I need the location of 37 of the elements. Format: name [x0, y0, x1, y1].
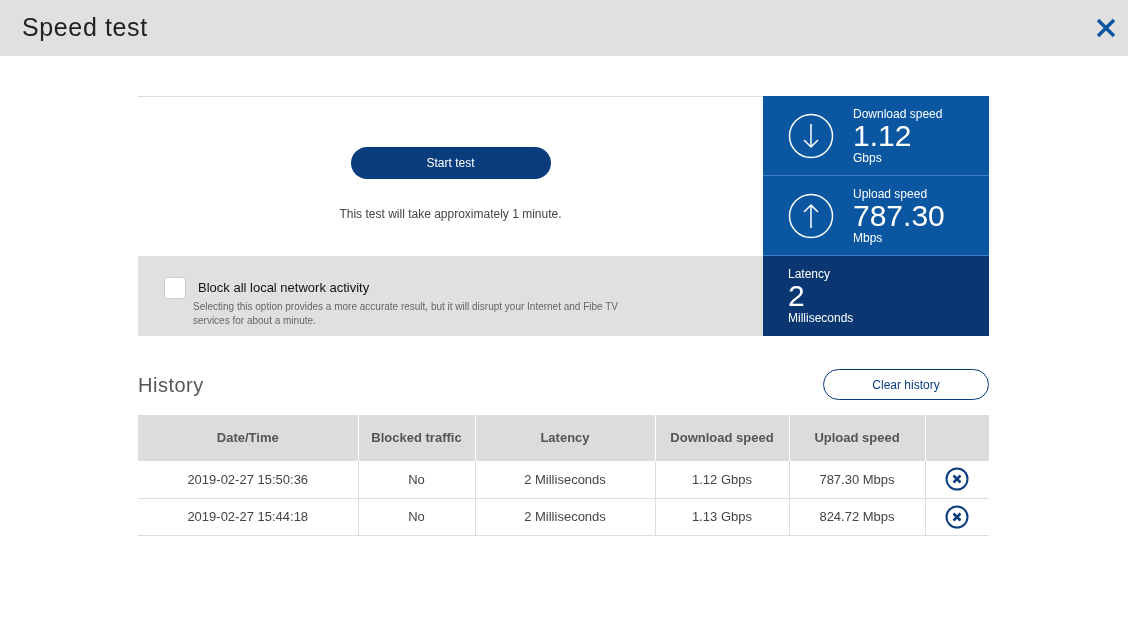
table-cell: No [358, 498, 475, 535]
column-header: Download speed [655, 415, 789, 461]
test-duration-note: This test will take approximately 1 minute. [339, 206, 562, 223]
metric-label: Upload speed [853, 186, 929, 201]
table-cell: 1.12 Gbps [655, 461, 789, 498]
checkbox[interactable] [164, 277, 186, 299]
metric-value: 787.30 [853, 200, 945, 231]
delete-button[interactable] [945, 504, 970, 529]
metric-unit: Gbps [853, 150, 883, 165]
table-cell: 2019-02-27 15:50:36 [138, 461, 358, 498]
table-cell: 2 Milliseconds [475, 461, 655, 498]
option-description: Selecting this option provides a more accurate result, but it will disrupt your Internet and Fibe TV services for about a minute. [193, 300, 620, 328]
table-cell: No [358, 461, 475, 498]
metric-label: Latency [788, 267, 832, 281]
metric-unit: Milliseconds [788, 311, 854, 325]
table-cell: 824.72 Mbps [789, 498, 925, 535]
column-header: Latency [475, 415, 655, 461]
close-button[interactable] [1094, 16, 1118, 40]
table-cell: 2 Milliseconds [475, 498, 655, 535]
close-circle-icon [945, 504, 970, 529]
close-icon [1095, 17, 1117, 39]
window-title: Speed test [22, 12, 148, 44]
column-header: Blocked traffic [358, 415, 475, 461]
close-circle-icon [945, 467, 970, 492]
column-header: Date/Time [138, 415, 358, 461]
delete-button[interactable] [945, 467, 970, 492]
metric-value: 2 [788, 281, 805, 311]
metric-value: 1.12 [853, 120, 912, 151]
start-test-button[interactable]: Start test [350, 147, 551, 179]
column-header: Upload speed [789, 415, 925, 461]
table-cell: 787.30 Mbps [789, 461, 925, 498]
table-cell: 1.13 Gbps [655, 498, 789, 535]
metric-label: Download speed [853, 106, 943, 121]
metric-unit: Mbps [853, 230, 884, 245]
checkbox-label: Block all local network activity [198, 279, 370, 298]
history-heading: History [138, 372, 204, 398]
table-cell: 2019-02-27 15:44:18 [138, 498, 358, 535]
